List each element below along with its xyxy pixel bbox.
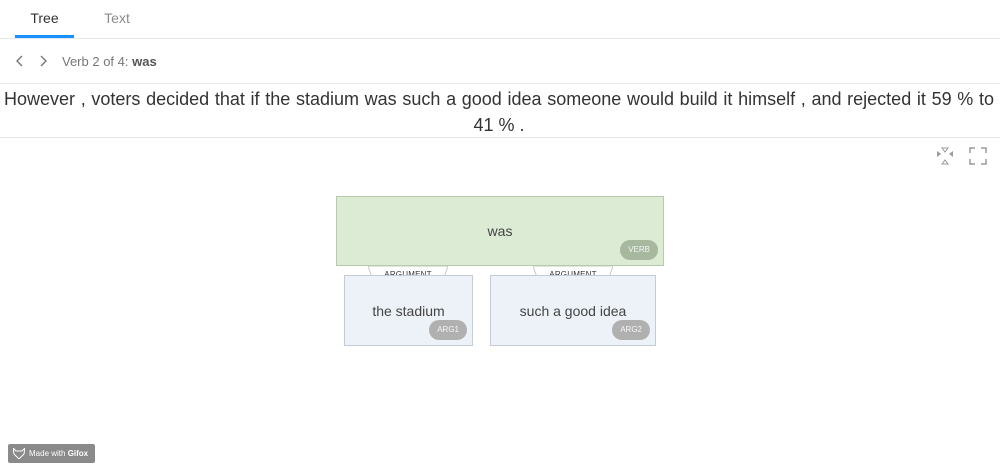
fox-icon (13, 448, 25, 459)
arg1-badge: ARG1 (429, 320, 467, 340)
collapse-icon (937, 147, 953, 165)
previous-verb-button[interactable] (12, 52, 28, 70)
sentence-text: However , voters decided that if the sta… (4, 89, 994, 135)
next-verb-button[interactable] (35, 52, 51, 70)
chevron-left-icon (16, 55, 23, 67)
watermark-brand: Gifox (67, 449, 89, 458)
tab-text[interactable]: Text (89, 0, 145, 39)
chevron-right-icon (40, 55, 47, 67)
current-verb: was (132, 54, 157, 69)
arg2-badge: ARG2 (612, 320, 650, 340)
verb-navigation: Verb 2 of 4: was (0, 40, 1000, 84)
verb-node[interactable]: was VERB (336, 196, 664, 266)
watermark-text: Made with Gifox (29, 444, 88, 463)
arg2-node[interactable]: such a good idea ARG2 (490, 275, 656, 346)
arg1-node-text: the stadium (372, 303, 445, 319)
watermark-prefix: Made with (29, 449, 68, 458)
fullscreen-icon (969, 147, 987, 165)
tab-tree[interactable]: Tree (15, 0, 74, 39)
divider (0, 137, 1000, 138)
verb-badge: VERB (620, 240, 658, 260)
collapse-button[interactable] (936, 147, 954, 165)
verb-position-prefix: Verb 2 of 4: (62, 54, 133, 69)
view-tabs: Tree Text (0, 0, 1000, 39)
arg1-node[interactable]: the stadium ARG1 (344, 275, 473, 346)
arg2-node-text: such a good idea (519, 303, 627, 319)
active-tab-indicator (15, 35, 74, 38)
gifox-watermark: Made with Gifox (8, 444, 95, 463)
fullscreen-button[interactable] (969, 147, 987, 165)
verb-position-label: Verb 2 of 4: was (62, 54, 157, 69)
verb-node-text: was (487, 223, 513, 239)
